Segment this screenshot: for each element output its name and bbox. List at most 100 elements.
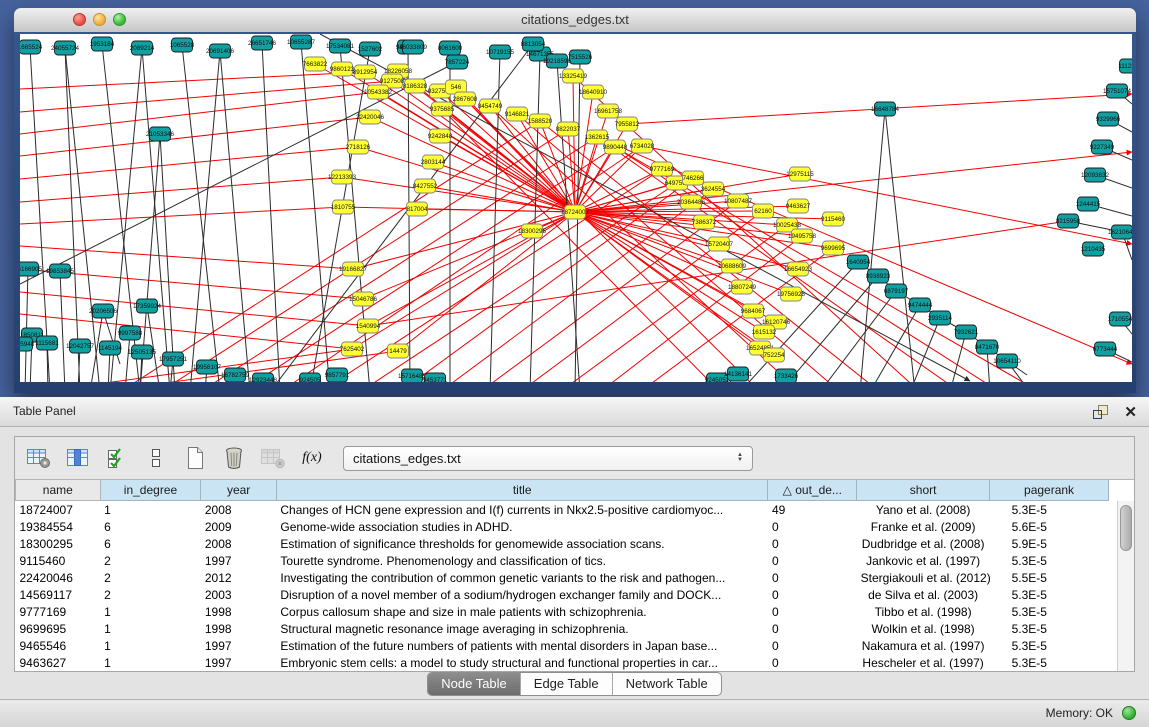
column-header-pagerank[interactable]: pagerank: [990, 480, 1109, 501]
graph-node[interactable]: 9997588: [118, 326, 143, 340]
graph-node[interactable]: 10807487: [724, 194, 753, 208]
graph-node[interactable]: 3915948: [20, 337, 35, 351]
graph-node[interactable]: 2089214: [130, 41, 155, 55]
table-selector[interactable]: citations_edges.txt ▲▼: [343, 446, 753, 471]
graph-node[interactable]: 1810755: [331, 200, 356, 214]
graph-node[interactable]: 7515526: [568, 50, 593, 64]
graph-node[interactable]: 9860123: [330, 62, 355, 76]
graph-node[interactable]: 9227349: [1090, 140, 1115, 154]
graph-node[interactable]: 12923448: [249, 373, 278, 382]
table-row[interactable]: 2242004622012Investigating the contribut…: [16, 569, 1109, 586]
graph-node[interactable]: 1615132: [752, 325, 777, 339]
graph-node[interactable]: 9329966: [1096, 112, 1121, 126]
graph-node[interactable]: 9777169: [650, 162, 675, 176]
column-header-title[interactable]: title: [276, 480, 768, 501]
graph-node[interactable]: 1710554: [1108, 312, 1132, 326]
graph-node[interactable]: 14479: [388, 344, 409, 358]
graph-node[interactable]: 1527602: [358, 42, 383, 56]
graph-node[interactable]: 15751074: [1103, 84, 1132, 98]
graph-node[interactable]: 20206506: [89, 304, 118, 318]
table-row[interactable]: 969969511998Structural magnetic resonanc…: [16, 620, 1109, 637]
delete-column-icon[interactable]: [220, 443, 248, 473]
graph-node[interactable]: 8215958: [1056, 214, 1081, 228]
graph-node[interactable]: 9890448: [603, 140, 628, 154]
graph-node[interactable]: 1540994: [356, 319, 381, 333]
graph-node[interactable]: 19218596: [543, 54, 572, 68]
graph-node[interactable]: 2718126: [346, 140, 371, 154]
graph-node[interactable]: 8471670: [975, 340, 1000, 354]
table-row[interactable]: 977716911998Corpus callosum shape and si…: [16, 603, 1109, 620]
graph-node[interactable]: 1244415: [1076, 197, 1101, 211]
graph-node[interactable]: 17359924: [133, 299, 162, 313]
scrollbar-thumb[interactable]: [1120, 505, 1132, 551]
memory-status-indicator[interactable]: [1122, 706, 1136, 720]
zoom-window-button[interactable]: [113, 13, 126, 26]
graph-node[interactable]: 8938923: [866, 269, 891, 283]
graph-node[interactable]: 8454749: [478, 99, 503, 113]
graph-node[interactable]: 7857224: [445, 55, 470, 69]
graph-node[interactable]: 19495758: [788, 229, 817, 243]
row-height-icon[interactable]: [142, 443, 170, 473]
graph-node[interactable]: 1210435: [1081, 242, 1106, 256]
graph-node[interactable]: 752254: [763, 348, 785, 362]
graph-node[interactable]: 7386372: [692, 215, 717, 229]
graph-node[interactable]: 8813054: [521, 37, 546, 51]
graph-node[interactable]: 8061600: [438, 41, 463, 55]
graph-node[interactable]: 9684067: [741, 304, 766, 318]
graph-node[interactable]: 12975115: [786, 167, 814, 181]
graph-node[interactable]: 16961758: [594, 104, 623, 118]
graph-node[interactable]: 8912954: [353, 65, 378, 79]
column-header-name[interactable]: name: [16, 480, 101, 501]
graph-node[interactable]: 1115681: [35, 336, 59, 350]
graph-node[interactable]: 18807249: [728, 280, 757, 294]
function-builder-icon[interactable]: f(x): [298, 443, 326, 473]
minimize-window-button[interactable]: [93, 13, 106, 26]
graph-node[interactable]: 16210643: [1108, 225, 1132, 239]
graph-node[interactable]: 8186328: [403, 79, 428, 93]
graph-node[interactable]: 9242848: [428, 129, 453, 143]
graph-node[interactable]: 15046786: [349, 292, 378, 306]
graph-node[interactable]: 16033809: [399, 40, 428, 54]
table-row[interactable]: 1830029562008Estimation of significance …: [16, 535, 1109, 552]
graph-node[interactable]: 9453771: [423, 373, 448, 382]
graph-node[interactable]: 7955812: [615, 117, 640, 131]
graph-node[interactable]: 13325419: [559, 69, 588, 83]
table-row[interactable]: 911546021997Tourette syndrome. Phenomeno…: [16, 552, 1109, 569]
graph-node[interactable]: 62160: [753, 204, 774, 218]
graph-node[interactable]: 6879197: [884, 284, 909, 298]
graph-node[interactable]: 1588520: [528, 114, 553, 128]
graph-node[interactable]: 14136141: [724, 367, 753, 381]
graph-node[interactable]: 924505: [299, 373, 321, 382]
graph-node[interactable]: 20691406: [206, 44, 235, 58]
column-header-year[interactable]: year: [201, 480, 277, 501]
float-panel-icon[interactable]: [1092, 404, 1109, 420]
table-row[interactable]: 1872400712008Changes of HCN gene express…: [16, 501, 1109, 519]
graph-node[interactable]: 1665524: [20, 40, 43, 54]
graph-node[interactable]: 8427552: [413, 179, 438, 193]
graph-node[interactable]: 9146821: [505, 107, 530, 121]
graph-node[interactable]: 746266: [682, 171, 704, 185]
select-columns-icon[interactable]: [64, 443, 92, 473]
table-row[interactable]: 946554611997Estimation of the future num…: [16, 637, 1109, 654]
graph-node[interactable]: 2803144: [421, 155, 446, 169]
graph-node[interactable]: 6734028: [630, 139, 655, 153]
table-row[interactable]: 1456911722003Disruption of a novel membe…: [16, 586, 1109, 603]
graph-node[interactable]: 9474444: [908, 298, 933, 312]
graph-node[interactable]: 1112304: [1118, 59, 1132, 73]
column-header-in_degree[interactable]: in_degree: [100, 480, 201, 501]
graph-node[interactable]: 20364486: [677, 195, 706, 209]
selection-mode-icon[interactable]: [103, 443, 131, 473]
tab-node-table[interactable]: Node Table: [428, 673, 520, 695]
table-row[interactable]: 946362711997Embryonic stem cells: a mode…: [16, 654, 1109, 671]
network-window-titlebar[interactable]: citations_edges.txt: [14, 8, 1136, 33]
graph-node[interactable]: 16648784: [871, 102, 900, 116]
graph-node[interactable]: 19958107: [193, 360, 222, 374]
graph-node[interactable]: 21053346: [146, 127, 175, 141]
graph-node[interactable]: 10655287: [287, 35, 316, 49]
graph-node[interactable]: 2867608: [453, 92, 478, 106]
graph-node[interactable]: 10543382: [364, 85, 393, 99]
graph-node[interactable]: 16782759: [221, 368, 250, 382]
graph-node[interactable]: 16654923: [784, 262, 813, 276]
graph-node[interactable]: 1145194: [98, 341, 123, 355]
graph-node[interactable]: 17534061: [326, 39, 355, 53]
